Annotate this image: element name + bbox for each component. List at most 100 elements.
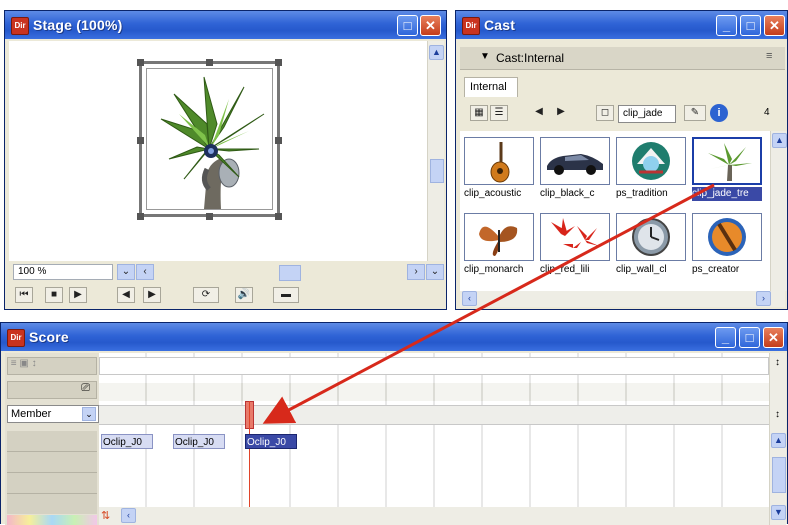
cast-member-thumbnail[interactable] (540, 213, 610, 261)
chevron-down-icon[interactable]: ⌄ (82, 407, 96, 421)
tradition-globe-icon (632, 142, 670, 180)
close-icon[interactable]: ✕ (420, 15, 441, 36)
resize-handle-icon[interactable] (275, 213, 282, 220)
score-vertical-scrollbar[interactable]: ↕ ↕ ▲ ▼ (769, 353, 786, 525)
red-lily-icon (551, 218, 599, 248)
cast-member-thumbnail[interactable] (540, 137, 610, 185)
cast-titlebar[interactable]: Dir Cast _ □ ✕ (456, 11, 787, 39)
collapse-arrow-icon[interactable]: ▼ (480, 51, 490, 62)
list-view-icon[interactable]: ☰ (490, 105, 508, 121)
close-icon[interactable]: ✕ (764, 15, 785, 36)
resize-handle-icon[interactable] (137, 137, 144, 144)
stop-icon[interactable]: ■ (45, 287, 63, 303)
scroll-down-icon[interactable]: ⌄ (426, 264, 444, 280)
play-icon[interactable]: ▶ (69, 287, 87, 303)
stage-canvas[interactable] (9, 41, 427, 261)
member-name-value: clip_jade (623, 108, 663, 119)
resize-handle-icon[interactable] (137, 213, 144, 220)
sprite-display-dropdown[interactable]: Member ⌄ (7, 405, 99, 423)
wall-clock-icon (632, 218, 670, 256)
stage-titlebar[interactable]: Dir Stage (100%) □ ✕ (5, 11, 446, 39)
zoom-dropdown-icon[interactable]: ⌄ (117, 264, 135, 280)
resize-handle-icon[interactable] (206, 213, 213, 220)
horizontal-scroll-thumb[interactable] (279, 265, 301, 281)
minimize-icon[interactable]: _ (716, 15, 737, 36)
resize-handle-icon[interactable] (275, 137, 282, 144)
close-icon[interactable]: ✕ (763, 327, 784, 348)
resize-handle-icon[interactable] (137, 59, 144, 66)
options-menu-icon[interactable]: ≡ (766, 50, 772, 62)
director-app-icon: Dir (7, 329, 25, 347)
scroll-left-icon[interactable]: ‹ (136, 264, 154, 280)
sprite-display-value: Member (11, 408, 52, 420)
scroll-left-icon[interactable]: ‹ (462, 291, 477, 306)
maximize-icon[interactable]: □ (740, 15, 761, 36)
scroll-down-icon[interactable]: ▼ (771, 505, 786, 520)
markers-row[interactable] (99, 383, 769, 401)
member-name-field[interactable]: clip_jade (618, 105, 676, 123)
zoom-value: 100 % (18, 266, 47, 277)
sprite-span-selected[interactable]: Oclip_J0 (245, 434, 297, 449)
scroll-right-icon[interactable]: › (407, 264, 425, 280)
channel-split-handle-icon[interactable]: ↕ (775, 409, 780, 420)
member-script-icon[interactable]: ✎ (684, 105, 706, 121)
score-horizontal-scrollbar[interactable]: ⇅ ‹ (99, 507, 769, 525)
step-back-icon[interactable]: ◀ (117, 287, 135, 303)
drag-member-icon[interactable]: ◻ (596, 105, 614, 121)
cast-toolbar: ▦ ☰ ◀ ▶ ◻ clip_jade ✎ i 4 (460, 99, 785, 129)
tab-internal-label: Internal (470, 81, 507, 93)
sprite-channel-1[interactable] (7, 431, 97, 452)
thumbnail-view-icon[interactable]: ▦ (470, 105, 488, 121)
scroll-right-icon[interactable]: › (756, 291, 771, 306)
scroll-up-icon[interactable]: ▲ (771, 433, 786, 448)
cast-member-thumbnail[interactable] (616, 137, 686, 185)
creator-icon (708, 218, 746, 256)
channel-split-handle-icon[interactable]: ↕ (775, 357, 780, 368)
cast-header[interactable]: ▼ Cast:Internal ≡ (460, 47, 785, 70)
stage-vertical-scrollbar[interactable]: ▲ (427, 41, 444, 261)
selected-frames-icon[interactable]: ▬ (273, 287, 299, 303)
scroll-left-icon[interactable]: ‹ (121, 508, 136, 523)
guitar-icon (490, 142, 510, 183)
scroll-thumb[interactable] (430, 159, 444, 183)
effects-channel-toggle[interactable]: ≡ ▣ ↕ (7, 357, 97, 375)
resize-handle-icon[interactable] (275, 59, 282, 66)
cast-member-label: clip_red_lili (540, 263, 610, 277)
loop-icon[interactable]: ⟳ (193, 287, 219, 303)
member-info-icon[interactable]: i (710, 104, 728, 122)
cast-member-thumbnail[interactable] (692, 213, 762, 261)
next-member-icon[interactable]: ▶ (552, 105, 570, 121)
cast-vertical-scrollbar[interactable]: ▲ (770, 131, 787, 291)
zoom-field[interactable]: 100 % (13, 264, 113, 280)
resize-handle-icon[interactable] (206, 59, 213, 66)
maximize-icon[interactable]: □ (739, 327, 760, 348)
volume-icon[interactable]: 🔊 (235, 287, 253, 303)
maximize-icon[interactable]: □ (397, 15, 418, 36)
scroll-thumb[interactable] (772, 457, 786, 493)
cast-member-thumbnail[interactable] (616, 213, 686, 261)
scroll-up-icon[interactable]: ▲ (429, 45, 444, 60)
cast-member-thumbnail[interactable] (692, 137, 762, 185)
cast-member-thumbnail[interactable] (464, 137, 534, 185)
frame-numbers-row[interactable] (99, 405, 769, 425)
cast-horizontal-scrollbar[interactable]: ‹ › (460, 291, 785, 307)
cast-member-label: clip_black_c (540, 187, 610, 201)
sprite-channel-2[interactable] (7, 452, 97, 473)
previous-member-icon[interactable]: ◀ (530, 105, 548, 121)
sprite-channel-4[interactable] (7, 494, 97, 514)
playback-head-icon[interactable]: ⇅ (101, 509, 110, 522)
tab-internal[interactable]: Internal (464, 77, 518, 97)
minimize-icon[interactable]: _ (715, 327, 736, 348)
sprite-channel-3[interactable] (7, 473, 97, 494)
markers-channel[interactable]: ⎚ (7, 381, 97, 399)
sprite-span[interactable]: Oclip_J0 (173, 434, 225, 449)
rewind-icon[interactable]: ⏮ (15, 287, 33, 303)
scroll-up-icon[interactable]: ▲ (772, 133, 787, 148)
score-channel-column: ≡ ▣ ↕ ⎚ Member ⌄ (5, 353, 99, 525)
score-titlebar[interactable]: Dir Score _ □ ✕ (1, 323, 787, 351)
sprite-span[interactable]: Oclip_J0 (101, 434, 153, 449)
step-forward-icon[interactable]: ▶ (143, 287, 161, 303)
jade-tree-sprite[interactable] (149, 69, 269, 209)
frame-ruler[interactable] (99, 357, 769, 375)
cast-member-thumbnail[interactable] (464, 213, 534, 261)
